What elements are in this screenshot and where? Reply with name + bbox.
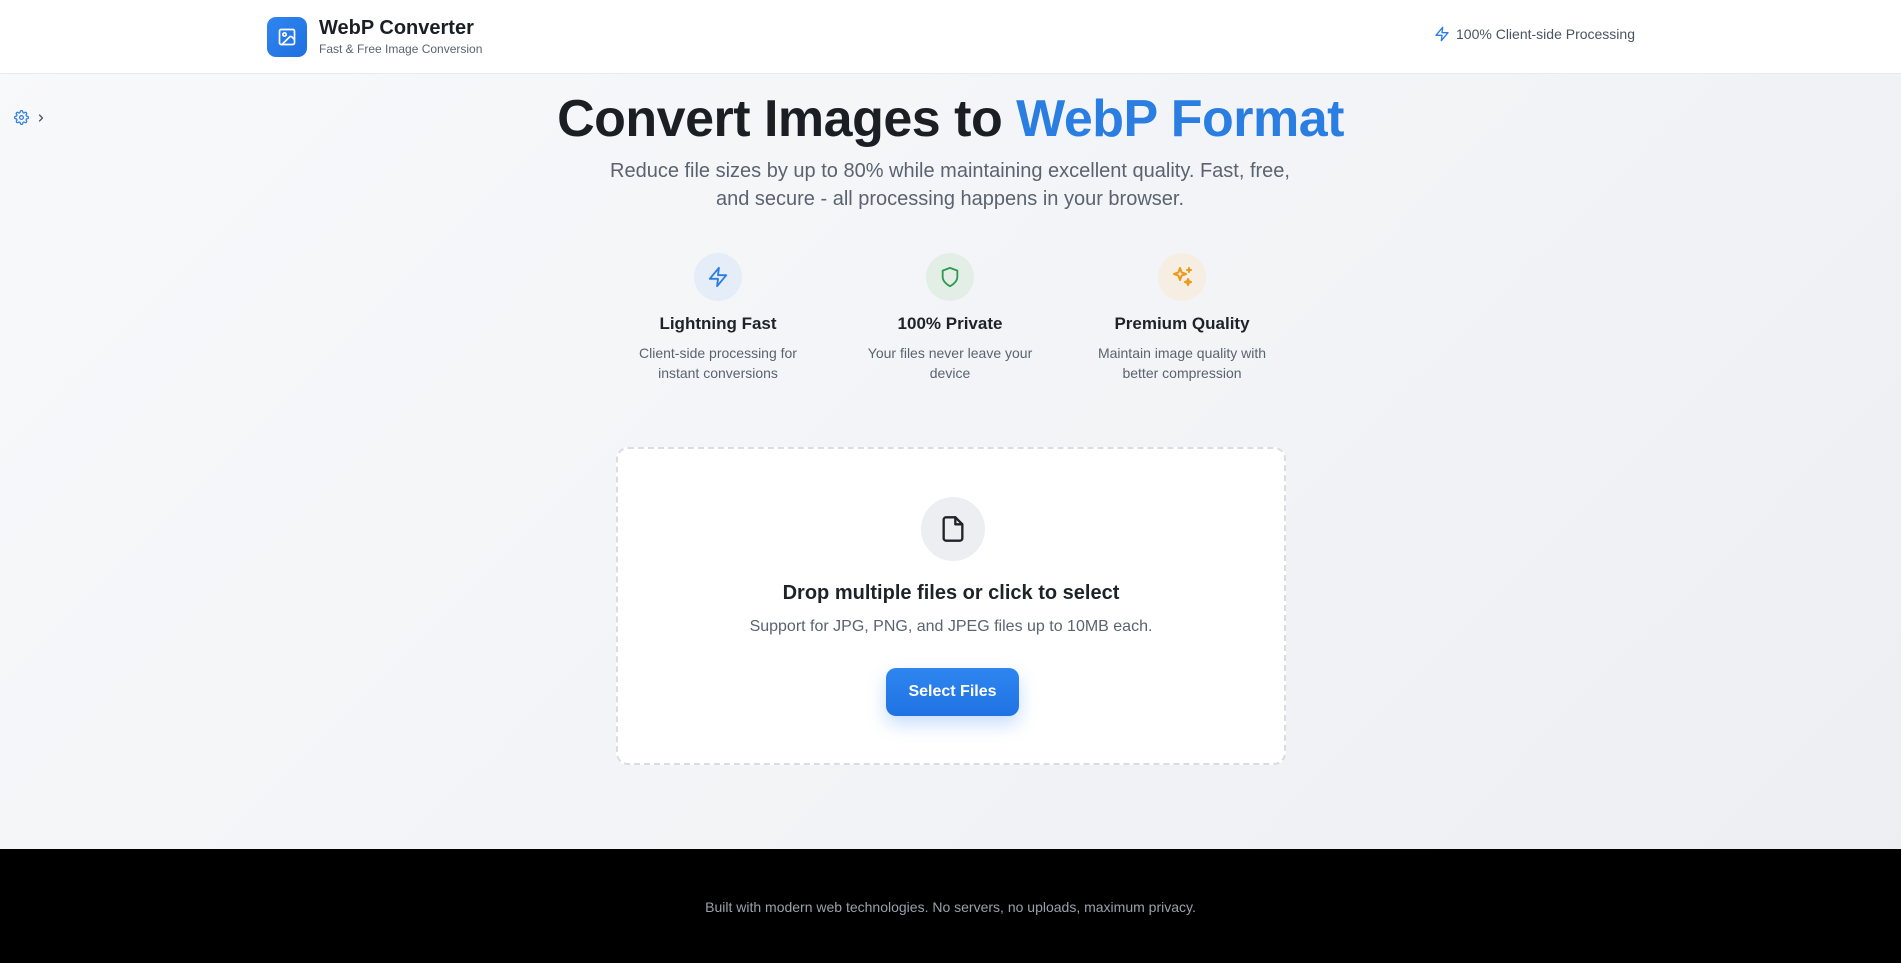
hero-title-main: Convert Images to xyxy=(557,90,1017,148)
app-subtitle: Fast & Free Image Conversion xyxy=(319,42,483,56)
feature-description: Your files never leave your device xyxy=(850,343,1050,383)
hero-title: Convert Images to WebP Format xyxy=(0,88,1901,150)
hero-subtitle-line: Reduce file sizes by up to 80% while mai… xyxy=(610,160,1290,182)
dropzone-subtitle: Support for JPG, PNG, and JPEG files up … xyxy=(749,618,1153,635)
feature-description-line: Client-side processing for xyxy=(639,345,797,361)
file-icon xyxy=(921,497,985,561)
feature-description: Maintain image quality with better compr… xyxy=(1082,343,1282,383)
hero-subtitle-line: and secure - all processing happens in y… xyxy=(715,188,1185,210)
feature-description-line: Your files never leave your xyxy=(867,345,1033,361)
app-title: WebP Converter xyxy=(319,17,474,39)
lightning-icon xyxy=(1435,26,1449,42)
feature-private: 100% Private Your files never leave your… xyxy=(850,253,1050,383)
feature-description: Client-side processing for instant conve… xyxy=(618,343,818,383)
feature-title: Lightning Fast xyxy=(659,314,777,333)
file-dropzone[interactable]: Drop multiple files or click to select S… xyxy=(616,447,1286,765)
hero-subtitle: Reduce file sizes by up to 80% while mai… xyxy=(600,157,1300,213)
select-files-button[interactable]: Select Files xyxy=(886,668,1019,716)
feature-description-line: instant conversions xyxy=(658,365,778,381)
dropzone-title: Drop multiple files or click to select xyxy=(782,582,1120,604)
brand[interactable]: WebP Converter Fast & Free Image Convers… xyxy=(267,16,482,57)
app-header: WebP Converter Fast & Free Image Convers… xyxy=(0,0,1901,74)
feature-description-line: device xyxy=(929,365,971,381)
image-icon xyxy=(267,16,307,57)
feature-description-line: Maintain image quality with xyxy=(1097,345,1267,361)
footer-text: Built with modern web technologies. No s… xyxy=(705,899,1196,915)
page-footer: Built with modern web technologies. No s… xyxy=(0,849,1901,963)
feature-title: Premium Quality xyxy=(1114,314,1250,333)
client-side-badge: 100% Client-side Processing xyxy=(1434,26,1635,42)
sparkles-icon xyxy=(1158,253,1206,301)
feature-title: 100% Private xyxy=(897,314,1003,333)
hero-title-accent: WebP Format xyxy=(1016,90,1344,148)
feature-description-line: better compression xyxy=(1122,365,1242,381)
feature-lightning-fast: Lightning Fast Client-side processing fo… xyxy=(618,253,818,383)
feature-premium-quality: Premium Quality Maintain image quality w… xyxy=(1082,253,1282,383)
lightning-icon xyxy=(694,253,742,301)
client-side-badge-label: 100% Client-side Processing xyxy=(1456,26,1635,42)
shield-icon xyxy=(926,253,974,301)
